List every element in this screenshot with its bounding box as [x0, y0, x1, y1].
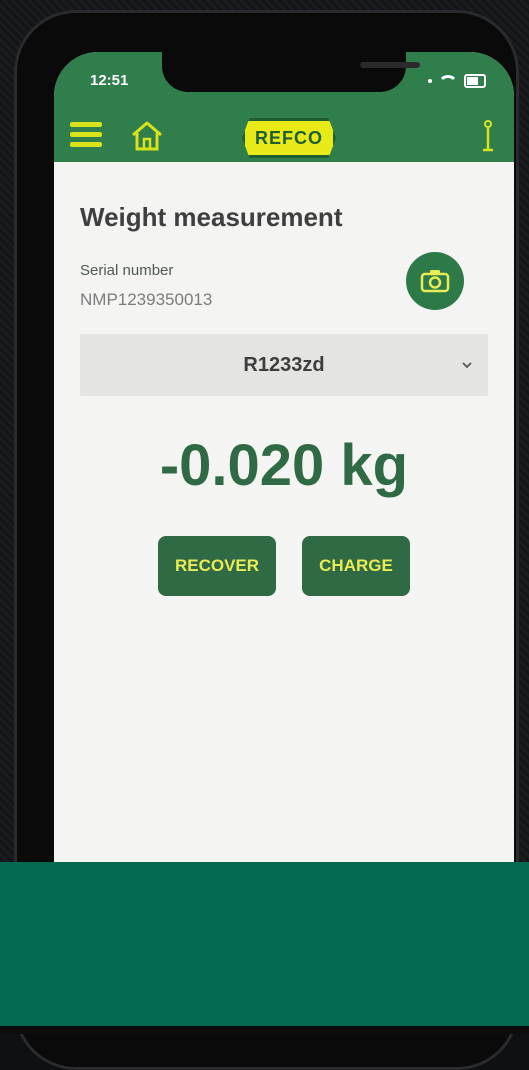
refrigerant-select[interactable]: R1233zd [80, 334, 488, 396]
app-header: 12:51 REFCO [54, 52, 514, 162]
status-time: 12:51 [90, 72, 129, 89]
chevron-down-icon [462, 362, 472, 369]
camera-icon [420, 270, 450, 293]
green-overlay-band [0, 862, 529, 1026]
charge-button[interactable]: CHARGE [302, 536, 410, 596]
signal-icon [428, 79, 432, 83]
speaker [360, 62, 420, 68]
camera-button[interactable] [406, 252, 464, 310]
battery-icon [464, 74, 486, 88]
menu-icon[interactable] [70, 122, 102, 148]
status-icons [428, 74, 486, 88]
bottom-strip [0, 1026, 529, 1034]
serial-number-label: Serial number [80, 262, 174, 279]
weight-readout: -0.020 kg [159, 433, 409, 498]
antenna-icon[interactable] [480, 118, 496, 152]
app-screen: 12:51 REFCO Weight measurement Serial nu… [54, 52, 514, 912]
refrigerant-value: R1233zd [243, 354, 325, 376]
page-title: Weight measurement [80, 202, 343, 232]
notch [162, 52, 420, 92]
refco-logo: REFCO [242, 118, 336, 158]
main-content: Weight measurement Serial number NMP1239… [54, 162, 514, 912]
wifi-icon [438, 74, 458, 88]
serial-number-value: NMP1239350013 [80, 290, 213, 309]
recover-button[interactable]: RECOVER [158, 536, 276, 596]
home-icon[interactable] [130, 120, 164, 152]
